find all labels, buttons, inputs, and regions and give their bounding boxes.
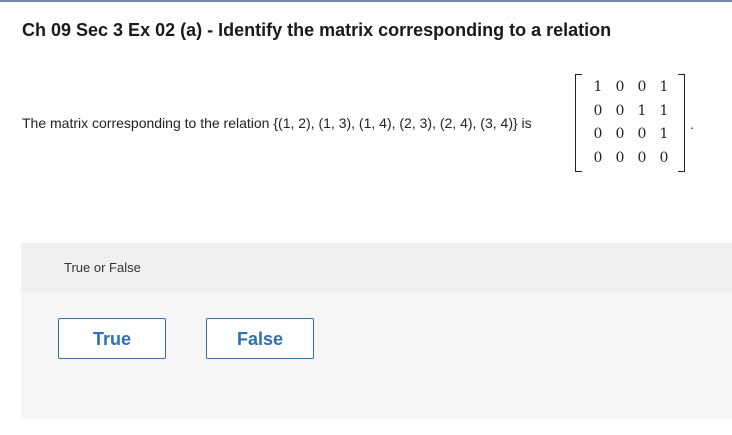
matrix-cell: 0 <box>659 149 669 166</box>
true-or-false-label: True or False <box>64 260 141 275</box>
matrix-cell: 1 <box>593 79 603 95</box>
matrix-cell: 1 <box>637 102 647 119</box>
matrix-right-bracket <box>678 74 685 172</box>
matrix-cell: 0 <box>637 79 647 95</box>
relation-matrix: 1 0 0 1 0 0 1 1 0 0 0 1 0 0 0 0 <box>575 74 685 172</box>
statement-period: . <box>690 116 694 132</box>
matrix-cell: 0 <box>593 149 603 166</box>
question-label-band: True or False <box>21 243 732 293</box>
question-statement: The matrix corresponding to the relation… <box>22 115 532 131</box>
matrix-cell: 0 <box>637 126 647 142</box>
false-button[interactable]: False <box>206 318 314 359</box>
matrix-cell: 0 <box>615 102 625 119</box>
matrix-cell: 1 <box>659 79 669 95</box>
matrix-cell: 0 <box>615 126 625 142</box>
matrix-cell: 0 <box>615 79 625 95</box>
matrix-grid: 1 0 0 1 0 0 1 1 0 0 0 1 0 0 0 0 <box>587 76 675 170</box>
matrix-cell: 0 <box>615 149 625 166</box>
matrix-cell: 1 <box>659 126 669 142</box>
true-button[interactable]: True <box>58 318 166 359</box>
top-divider <box>0 0 732 2</box>
matrix-left-bracket <box>575 74 582 172</box>
matrix-cell: 0 <box>593 126 603 142</box>
matrix-cell: 1 <box>659 102 669 119</box>
page-title: Ch 09 Sec 3 Ex 02 (a) - Identify the mat… <box>22 20 612 40</box>
answer-area: True False <box>21 293 732 418</box>
matrix-cell: 0 <box>593 102 603 119</box>
matrix-cell: 0 <box>637 149 647 166</box>
